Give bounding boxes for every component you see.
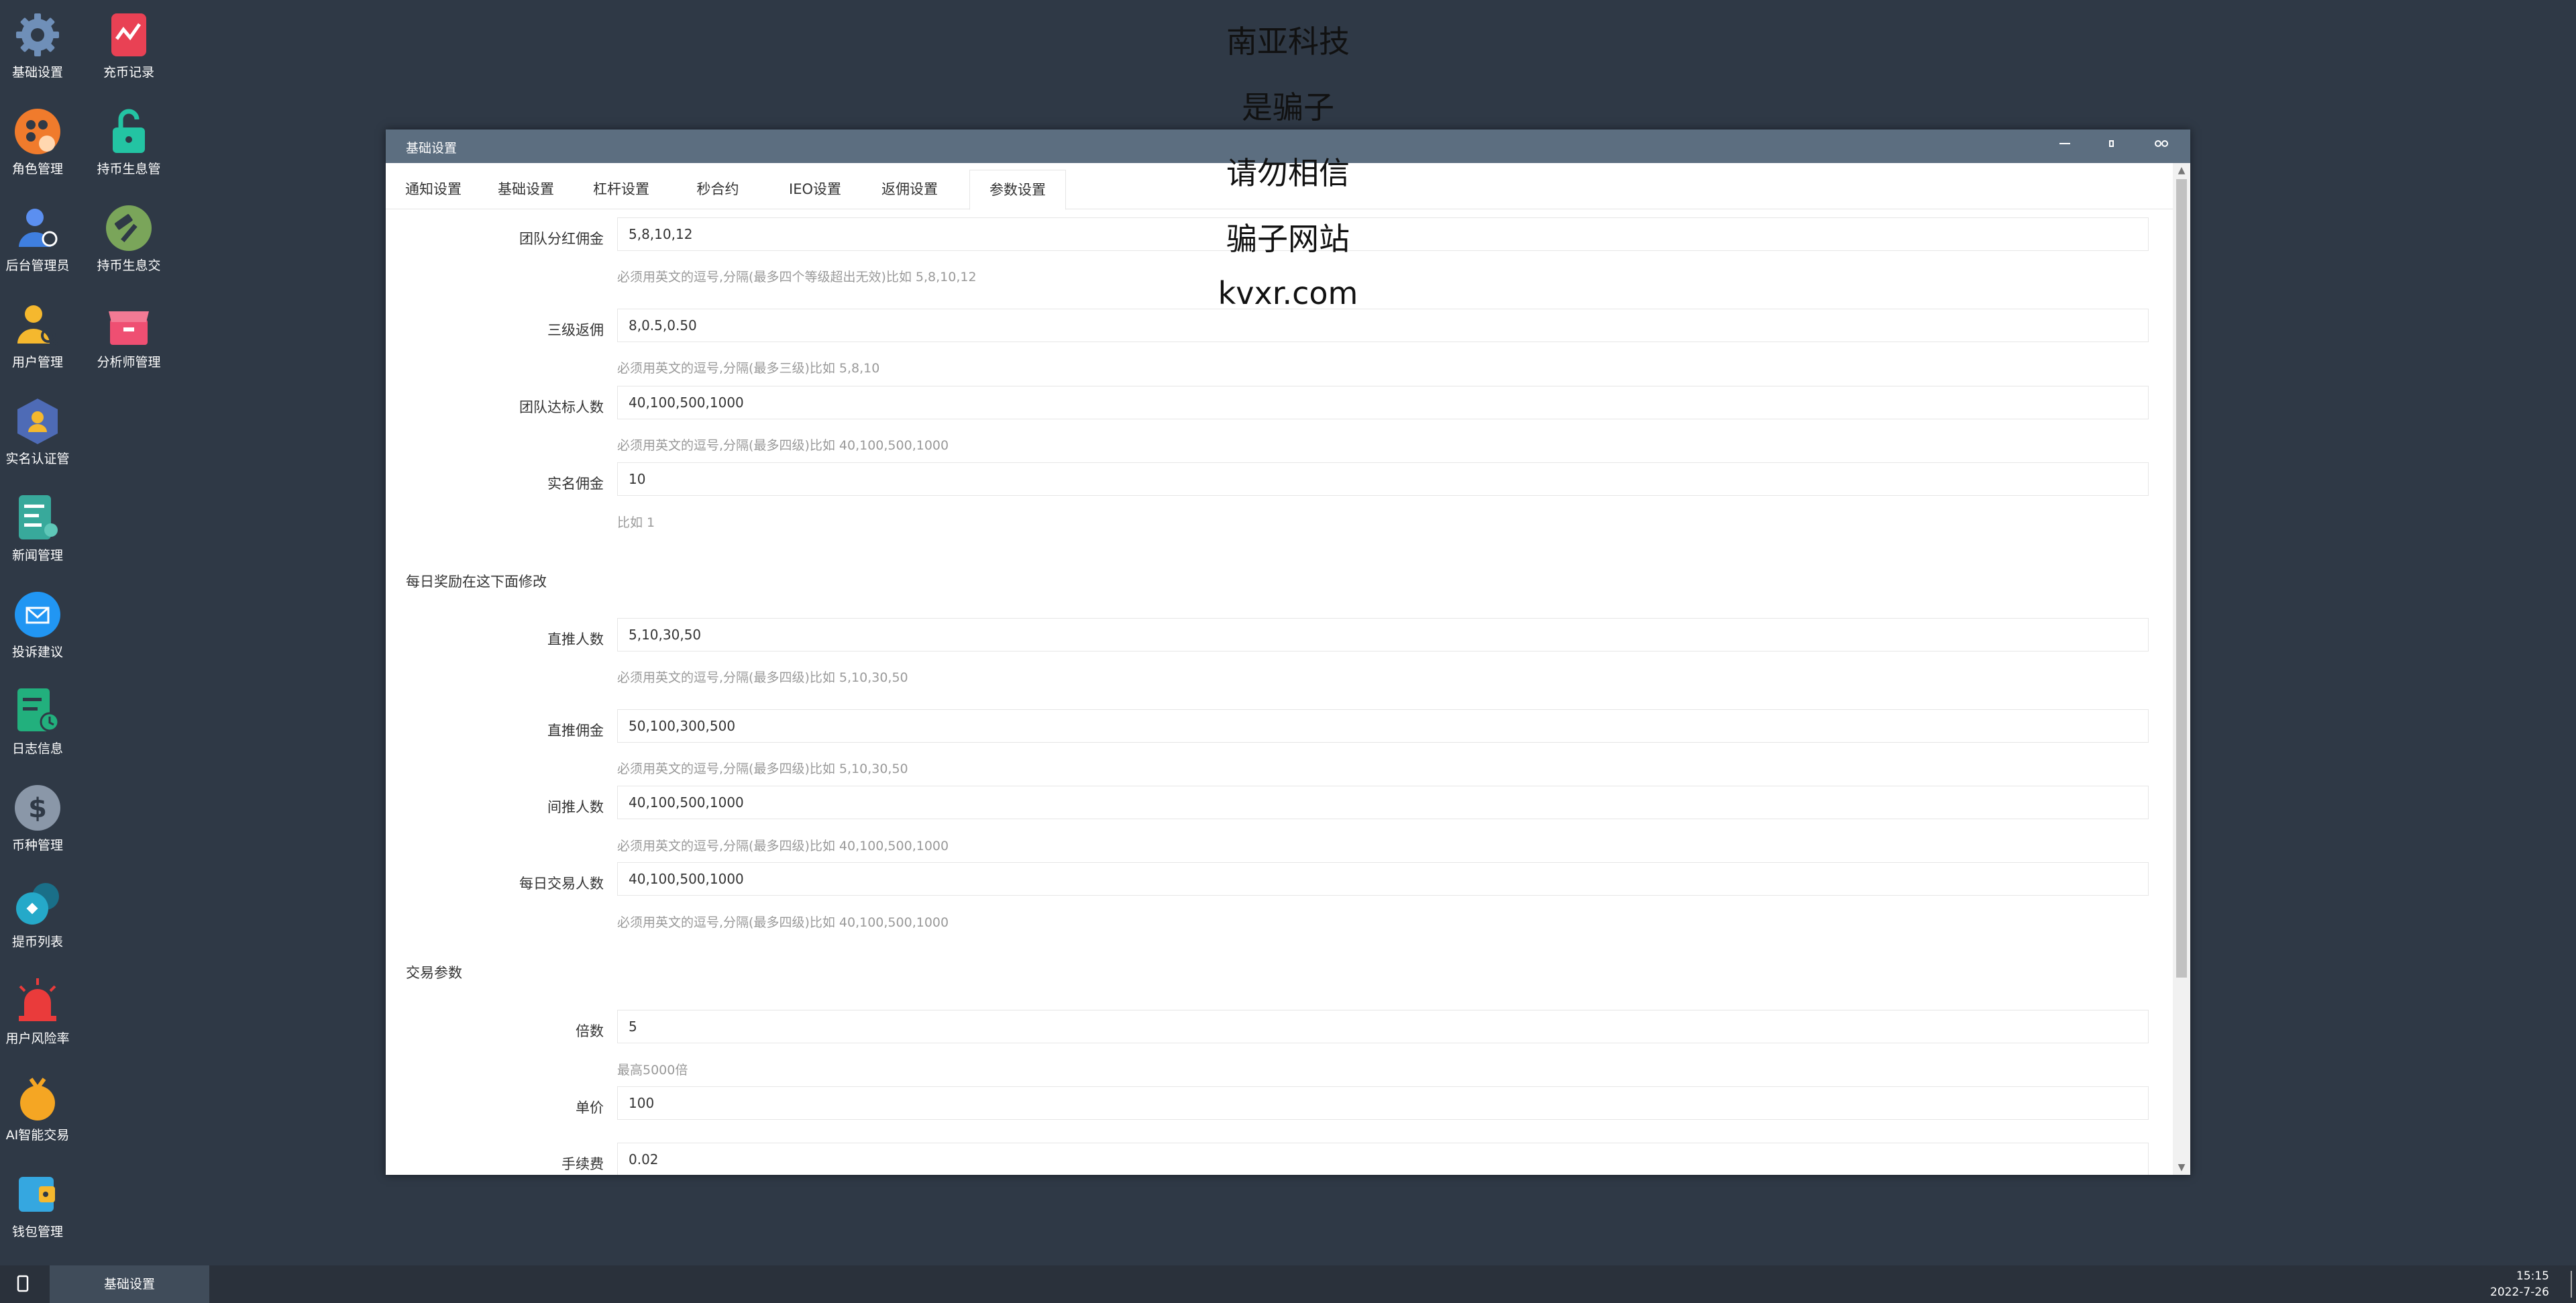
desktop-item-dollar[interactable]: $ 币种管理 [0, 773, 82, 853]
multiple-input[interactable]: 5 [617, 1010, 2149, 1043]
direct-count-input[interactable]: 5,10,30,50 [617, 618, 2149, 652]
desktop-item-wallet[interactable]: 钱包管理 [0, 1159, 82, 1240]
watermark-line-1: 南亚科技 [1226, 23, 1350, 60]
desktop-item-label: 基础设置 [11, 65, 63, 80]
desktop-item-label: 投诉建议 [11, 645, 63, 660]
taskbar-item-basic-settings[interactable]: 基础设置 [50, 1265, 209, 1303]
taskbar: 基础设置 15:15 2022-7-26 [0, 1265, 2576, 1303]
realname-reward-label: 实名佣金 [547, 476, 604, 492]
watermark-line-3: 请勿相信 [1226, 155, 1350, 191]
desktop-item-label: AI智能交易 [5, 1128, 70, 1143]
daily-trade-count-help: 必须用英文的逗号,分隔(最多四级)比如 40,100,500,1000 [617, 915, 949, 930]
taskbar-clock: 15:15 2022-7-26 [2490, 1268, 2549, 1300]
start-button[interactable] [15, 1273, 34, 1295]
indirect-count-input[interactable]: 40,100,500,1000 [617, 786, 2149, 819]
team-target-label: 团队达标人数 [519, 399, 604, 415]
direct-reward-label: 直推佣金 [547, 723, 604, 739]
desktop-item-label: 新闻管理 [11, 548, 63, 563]
desktop-item-label: 币种管理 [11, 838, 63, 853]
clock-date: 2022-7-26 [2490, 1286, 2549, 1299]
three-level-input[interactable]: 8,0.5,0.50 [617, 309, 2149, 342]
news-doc-icon [12, 492, 63, 543]
phone-icon [17, 1275, 29, 1292]
realname-reward-input[interactable]: 10 [617, 462, 2149, 496]
direct-reward-input[interactable]: 50,100,300,500 [617, 709, 2149, 743]
desktop-item-label: 持币生息交 [97, 258, 161, 273]
fee-label: 手续费 [561, 1156, 604, 1172]
three-level-label: 三级返佣 [547, 322, 604, 338]
desktop-item-mail[interactable]: 投诉建议 [0, 580, 82, 660]
desktop-item-label: 分析师管理 [97, 355, 161, 370]
wallet-icon [12, 1169, 63, 1220]
alarm-icon [12, 976, 63, 1027]
realname-reward-help: 比如 1 [617, 515, 655, 530]
multiple-label: 倍数 [576, 1023, 604, 1039]
desktop-item-label: 用户风险率 [5, 1031, 70, 1046]
scroll-down-arrow-icon[interactable]: ▼ [2173, 1160, 2190, 1175]
team-target-input[interactable]: 40,100,500,1000 [617, 386, 2149, 419]
log-clock-icon [12, 686, 63, 737]
desktop-item-label: 钱包管理 [11, 1224, 63, 1239]
clock-time: 15:15 [2516, 1269, 2549, 1283]
fee-input[interactable]: 0.02 [617, 1143, 2149, 1175]
desktop-item-withdraw-list[interactable]: 提币列表 [0, 870, 82, 950]
unit-price-input[interactable]: 100 [617, 1086, 2149, 1120]
restore-icon [2109, 140, 2114, 147]
form-content: 团队分红佣金 5,8,10,12 必须用英文的逗号,分隔(最多四个等级超出无效)… [386, 209, 2173, 1175]
desktop-item-label: 提币列表 [11, 935, 63, 949]
minimize-icon [2059, 143, 2070, 144]
show-desktop-button[interactable] [2571, 1271, 2572, 1298]
desktop-item-verify-badge[interactable]: 实名认证管 [0, 386, 82, 467]
svg-text:$: $ [28, 793, 47, 824]
ai-money-bag-icon [12, 1072, 63, 1123]
multiple-help: 最高5000倍 [617, 1063, 688, 1078]
desktop-item-log-clock[interactable]: 日志信息 [0, 676, 82, 757]
desktop-item-alarm[interactable]: 用户风险率 [0, 966, 82, 1047]
watermark-line-4: 骗子网站 [1226, 221, 1350, 257]
withdraw-list-icon [12, 879, 63, 930]
desktop-item-label: 用户管理 [11, 355, 63, 370]
desktop-item-label: 日志信息 [11, 741, 63, 756]
unit-price-label: 单价 [576, 1100, 604, 1116]
direct-count-label: 直推人数 [547, 631, 604, 647]
vertical-scrollbar[interactable]: ▲ ▼ [2173, 163, 2190, 1175]
watermark-line-2: 是骗子 [1242, 89, 1334, 125]
direct-reward-help: 必须用英文的逗号,分隔(最多四级)比如 5,10,30,50 [617, 762, 908, 776]
desktop-item-ai-money-bag[interactable]: AI智能交易 [0, 1063, 82, 1143]
watermark-line-5: kvxr.com [1218, 275, 1358, 311]
indirect-count-label: 间推人数 [547, 799, 604, 815]
desktop-item-label: 后台管理员 [5, 258, 70, 273]
daily-trade-count-input[interactable]: 40,100,500,1000 [617, 862, 2149, 896]
desktop-item-news-doc[interactable]: 新闻管理 [0, 483, 82, 564]
team-target-help: 必须用英文的逗号,分隔(最多四级)比如 40,100,500,1000 [617, 438, 949, 453]
close-icon [2155, 140, 2168, 147]
indirect-count-help: 必须用英文的逗号,分隔(最多四级)比如 40,100,500,1000 [617, 839, 949, 853]
trade-params-section-title: 交易参数 [406, 965, 462, 981]
daily-trade-count-label: 每日交易人数 [519, 876, 604, 892]
dollar-icon: $ [12, 782, 63, 833]
direct-count-help: 必须用英文的逗号,分隔(最多四级)比如 5,10,30,50 [617, 670, 908, 685]
mail-icon [12, 589, 63, 640]
daily-reward-section-title: 每日奖励在这下面修改 [406, 574, 547, 590]
verify-badge-icon [12, 396, 63, 447]
desktop-item-label: 充币记录 [103, 65, 154, 80]
desktop-item-label: 实名认证管 [5, 452, 70, 466]
three-level-help: 必须用英文的逗号,分隔(最多三级)比如 5,8,10 [617, 361, 880, 376]
